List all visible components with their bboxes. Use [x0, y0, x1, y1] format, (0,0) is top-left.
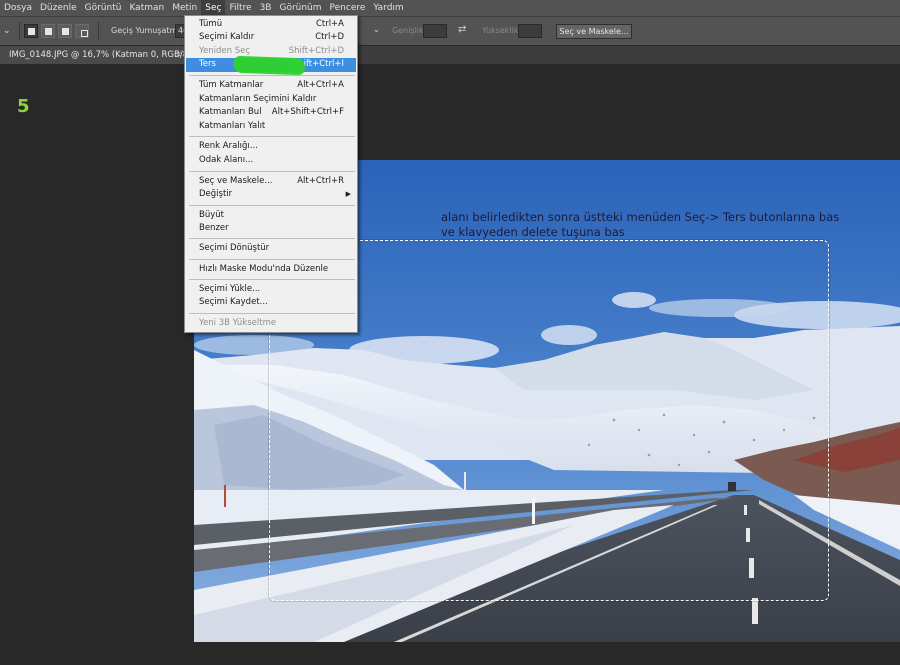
options-bar: ⌄ Geçiş Yumuşatma: 40 ⌄ Genişlik: ⇄ Yüks… [0, 16, 900, 46]
menu-divider [189, 136, 355, 137]
menu-item-degistir[interactable]: Değiştir ▶ [186, 188, 356, 201]
document-tab[interactable]: IMG_0148.JPG @ 16,7% (Katman 0, RGB/8) *… [0, 46, 198, 64]
swap-icon[interactable]: ⇄ [458, 24, 466, 35]
menu-item-odak-alani[interactable]: Odak Alanı... [186, 154, 356, 167]
menu-item-tumu[interactable]: Tümü Ctrl+A [186, 18, 356, 31]
menu-item-tum-katmanlar[interactable]: Tüm Katmanlar Alt+Ctrl+A [186, 79, 356, 92]
menu-divider [189, 238, 355, 239]
height-label: Yükseklik: [482, 26, 522, 35]
green-highlight-marker [232, 55, 306, 76]
intersect-selection-icon [81, 30, 88, 37]
menu-dosya[interactable]: Dosya [0, 0, 36, 16]
menu-item-katmanlarin-secimini-kaldir[interactable]: Katmanların Seçimini Kaldır [186, 93, 356, 106]
subtract-selection-icon [62, 28, 69, 35]
instruction-text: alanı belirledikten sonra üstteki menüde… [441, 210, 881, 240]
height-input[interactable] [518, 24, 542, 38]
menu-metin[interactable]: Metin [168, 0, 201, 16]
instruction-line-2: ve klavyeden delete tuşuna bas [441, 225, 625, 239]
menu-item-buyut[interactable]: Büyüt [186, 209, 356, 222]
menu-divider [189, 75, 355, 76]
menu-divider [189, 279, 355, 280]
menu-item-hizli-maske[interactable]: Hızlı Maske Modu'nda Düzenle [186, 263, 356, 276]
menu-bar: Dosya Düzenle Görüntü Katman Metin Seç F… [0, 0, 900, 16]
submenu-arrow-icon: ▶ [345, 190, 351, 198]
menu-item-benzer[interactable]: Benzer [186, 222, 356, 235]
menu-item-yeni-3b-yukseltme: Yeni 3B Yükseltme [199, 318, 277, 328]
menu-goruntu[interactable]: Görüntü [81, 0, 126, 16]
menu-item-secimi-donustur[interactable]: Seçimi Dönüştür [186, 242, 356, 255]
menu-duzenle[interactable]: Düzenle [36, 0, 81, 16]
menu-yardim[interactable]: Yardım [369, 0, 407, 16]
select-dropdown-menu: Tümü Ctrl+A Seçimi Kaldır Ctrl+D Yeniden S… [184, 15, 358, 333]
menu-item-katmanlari-yalit[interactable]: Katmanları Yalıt [186, 120, 356, 133]
document-tab-bar: IMG_0148.JPG @ 16,7% (Katman 0, RGB/8) *… [0, 46, 900, 64]
select-and-mask-button[interactable]: Seç ve Maskele... [556, 24, 632, 39]
width-input[interactable] [423, 24, 447, 38]
intersect-selection-button[interactable] [75, 24, 89, 38]
menu-katman[interactable]: Katman [125, 0, 168, 16]
close-icon[interactable]: × [175, 46, 182, 64]
menu-divider [189, 313, 355, 314]
subtract-selection-button[interactable] [58, 24, 72, 38]
separator [19, 22, 20, 40]
menu-3b[interactable]: 3B [256, 0, 276, 16]
new-selection-button[interactable] [24, 24, 38, 38]
separator [98, 22, 99, 40]
menu-divider [189, 205, 355, 206]
menu-filtre[interactable]: Filtre [225, 0, 255, 16]
feather-label: Geçiş Yumuşatma: [111, 26, 185, 35]
menu-item-sec-ve-maskele[interactable]: Seç ve Maskele... Alt+Ctrl+R [186, 175, 356, 188]
menu-divider [189, 171, 355, 172]
menu-gorunum[interactable]: Görünüm [275, 0, 325, 16]
new-selection-icon [28, 28, 35, 35]
instruction-line-1: alanı belirledikten sonra üstteki menüde… [441, 210, 840, 224]
menu-item-renk-araligi[interactable]: Renk Aralığı... [186, 140, 356, 153]
tool-preset-dropdown[interactable]: ⌄ [3, 26, 13, 36]
menu-pencere[interactable]: Pencere [326, 0, 370, 16]
document-title: IMG_0148.JPG @ 16,7% (Katman 0, RGB/8) * [9, 50, 199, 60]
menu-sec[interactable]: Seç [201, 0, 226, 16]
add-selection-icon [45, 28, 52, 35]
menu-item-secimi-kaldir[interactable]: Seçimi Kaldır Ctrl+D [186, 31, 356, 44]
menu-item-secimi-yukle[interactable]: Seçimi Yükle... [186, 283, 356, 296]
style-dropdown-arrow[interactable]: ⌄ [373, 25, 383, 37]
width-label: Genişlik: [392, 26, 427, 35]
menu-divider [189, 259, 355, 260]
step-number: 5 [17, 96, 30, 117]
menu-item-katmanlari-bul[interactable]: Katmanları Bul Alt+Shift+Ctrl+F [186, 106, 356, 119]
add-selection-button[interactable] [41, 24, 55, 38]
menu-item-secimi-kaydet[interactable]: Seçimi Kaydet... [186, 296, 356, 309]
menu-item-yeniden-sec: Yeniden Seç Shift+Ctrl+D [199, 46, 344, 56]
